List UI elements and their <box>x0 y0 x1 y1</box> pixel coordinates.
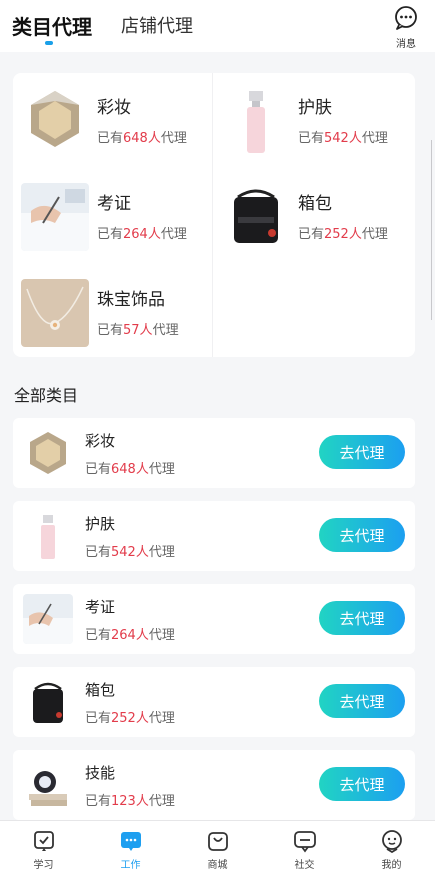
all-categories-heading: 全部类目 <box>14 386 79 405</box>
bottom-navigation: 学习 工作 商城 社交 我的 <box>0 820 435 879</box>
makeup-thumbnail <box>23 428 73 478</box>
shop-bag-icon <box>207 832 228 851</box>
book-icon <box>33 831 54 851</box>
tab-shop-agent[interactable]: 店铺代理 <box>121 12 193 38</box>
agent-count: 已有252人代理 <box>85 711 175 726</box>
nav-label: 商城 <box>207 860 228 871</box>
nav-social[interactable]: 社交 <box>261 821 348 879</box>
category-name: 箱包 <box>298 194 332 214</box>
recommended-item-skincare[interactable]: 护肤 已有542人代理 <box>214 81 410 161</box>
agent-count: 已有264人代理 <box>97 227 187 242</box>
become-agent-button[interactable]: 去代理 <box>319 518 405 552</box>
become-agent-button[interactable]: 去代理 <box>319 684 405 718</box>
nav-label: 工作 <box>120 860 141 871</box>
category-name: 考证 <box>85 598 116 616</box>
message-button[interactable]: 消息 <box>391 6 421 50</box>
certificate-thumbnail <box>23 594 73 644</box>
become-agent-button[interactable]: 去代理 <box>319 767 405 801</box>
message-label: 消息 <box>396 39 416 50</box>
chat-icon <box>293 831 316 853</box>
recommended-item-bags[interactable]: 箱包 已有252人代理 <box>214 177 410 257</box>
category-name: 技能 <box>85 764 116 782</box>
bags-thumbnail <box>23 677 73 727</box>
category-name: 护肤 <box>85 515 116 533</box>
category-row-makeup: 彩妆 已有648人代理 去代理 <box>13 418 415 488</box>
certificate-thumbnail <box>21 183 89 251</box>
agent-count: 已有542人代理 <box>85 545 175 560</box>
become-agent-button[interactable]: 去代理 <box>319 601 405 635</box>
nav-study[interactable]: 学习 <box>0 821 87 879</box>
bags-thumbnail <box>222 183 290 251</box>
category-name: 箱包 <box>85 681 116 699</box>
profile-icon <box>381 830 402 853</box>
skincare-thumbnail <box>222 87 290 155</box>
agent-count: 已有264人代理 <box>85 628 175 643</box>
skincare-thumbnail <box>23 511 73 561</box>
agent-count: 已有648人代理 <box>85 462 175 477</box>
nav-mine[interactable]: 我的 <box>348 821 435 879</box>
category-row-certificate: 考证 已有264人代理 去代理 <box>13 584 415 654</box>
agent-count: 已有252人代理 <box>298 227 388 242</box>
nav-label: 我的 <box>381 860 402 871</box>
tab-category-agent[interactable]: 类目代理 <box>12 11 92 40</box>
category-name: 护肤 <box>298 98 332 118</box>
category-name: 彩妆 <box>85 432 116 450</box>
category-row-bags: 箱包 已有252人代理 去代理 <box>13 667 415 737</box>
category-name: 彩妆 <box>97 98 131 118</box>
skills-thumbnail <box>23 760 73 810</box>
message-icon <box>395 6 417 30</box>
agent-count: 已有123人代理 <box>85 794 175 809</box>
recommended-categories-card: 彩妆 已有648人代理 护肤 已有542人代理 考证 已有264人代理 箱包 已… <box>13 73 415 357</box>
category-row-skills: 技能 已有123人代理 去代理 <box>13 750 415 820</box>
agent-count: 已有542人代理 <box>298 131 388 146</box>
makeup-thumbnail <box>21 87 89 155</box>
agent-count: 已有648人代理 <box>97 131 187 146</box>
nav-label: 社交 <box>294 860 315 871</box>
nav-label: 学习 <box>33 860 54 871</box>
category-name: 珠宝饰品 <box>97 290 165 310</box>
nav-mall[interactable]: 商城 <box>174 821 261 879</box>
jewelry-thumbnail <box>21 279 89 347</box>
category-name: 考证 <box>97 194 131 214</box>
column-divider <box>212 73 213 357</box>
become-agent-button[interactable]: 去代理 <box>319 435 405 469</box>
recommended-item-certificate[interactable]: 考证 已有264人代理 <box>13 177 209 257</box>
recommended-item-makeup[interactable]: 彩妆 已有648人代理 <box>13 81 209 161</box>
active-tab-indicator <box>45 41 53 45</box>
category-row-skincare: 护肤 已有542人代理 去代理 <box>13 501 415 571</box>
nav-work[interactable]: 工作 <box>87 821 174 879</box>
work-icon <box>120 832 141 851</box>
agent-count: 已有57人代理 <box>97 323 179 338</box>
scrollbar[interactable] <box>431 140 435 320</box>
recommended-item-jewelry[interactable]: 珠宝饰品 已有57人代理 <box>13 273 209 353</box>
top-tab-bar: 类目代理 店铺代理 消息 <box>0 0 435 52</box>
